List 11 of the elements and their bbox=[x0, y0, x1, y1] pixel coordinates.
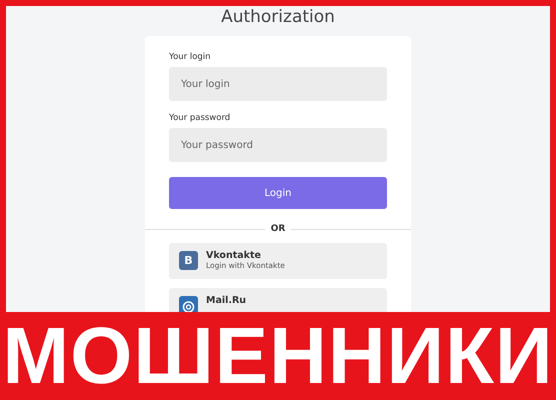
field-label: Your password bbox=[169, 113, 230, 123]
social-login-button[interactable]: Mail.Ru bbox=[169, 288, 387, 312]
mail-icon bbox=[179, 296, 198, 312]
separator-label: OR bbox=[264, 224, 292, 234]
login-button[interactable]: Login bbox=[169, 177, 387, 209]
input-field[interactable]: Your login bbox=[169, 67, 387, 101]
vk-icon: B bbox=[179, 251, 198, 270]
page-title: Authorization bbox=[221, 6, 335, 28]
banner-text: МОШЕННИКИ bbox=[2, 316, 554, 396]
field-label: Your login bbox=[169, 52, 211, 62]
input-field[interactable]: Your password bbox=[169, 128, 387, 162]
